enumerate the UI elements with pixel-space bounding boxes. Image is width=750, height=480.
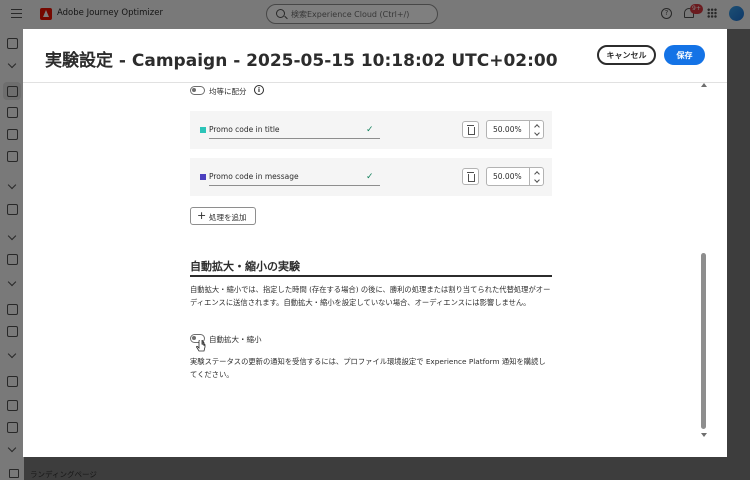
dialog-title: 実験設定 - Campaign - 2025-05-15 10:18:02 UT…: [45, 51, 558, 71]
treatment-color-swatch: [200, 127, 206, 133]
treatment-percent-value[interactable]: 50.00%: [493, 172, 522, 181]
scroll-up-icon[interactable]: [701, 83, 707, 87]
treatment-color-swatch: [200, 174, 206, 180]
treatment-row: Promo code in title ✓ 50.00%: [190, 111, 552, 149]
scroll-down-icon[interactable]: [701, 433, 707, 437]
distribute-evenly-label: 均等に配分: [209, 87, 247, 96]
header-divider: [23, 82, 727, 83]
checkmark-icon: ✓: [366, 172, 374, 182]
add-treatment-button[interactable]: + 処理を追加: [190, 207, 256, 225]
auto-scaling-label: 自動拡大・縮小: [209, 335, 262, 344]
treatment-name-input[interactable]: Promo code in message: [209, 172, 299, 181]
cancel-button[interactable]: キャンセル: [597, 45, 656, 65]
save-button[interactable]: 保存: [664, 45, 705, 65]
scrollbar[interactable]: [700, 83, 707, 439]
auto-scaling-description: 自動拡大・縮小では、指定した時間 (存在する場合) の後に、勝利の処理または割り…: [190, 285, 551, 307]
treatment-percent-value[interactable]: 50.00%: [493, 125, 522, 134]
notification-hint: 実験ステータスの更新の通知を受信するには、プロファイル環境設定で Experie…: [190, 357, 546, 379]
treatment-name-input[interactable]: Promo code in title: [209, 125, 280, 134]
stepper-arrows-icon[interactable]: [529, 168, 544, 185]
add-treatment-label: 処理を追加: [209, 213, 247, 222]
info-icon[interactable]: i: [254, 85, 264, 95]
treatment-percent-stepper[interactable]: 50.00%: [486, 120, 544, 139]
stepper-arrows-icon[interactable]: [529, 121, 544, 138]
distribute-evenly-toggle[interactable]: [190, 86, 205, 95]
experiment-settings-dialog: 実験設定 - Campaign - 2025-05-15 10:18:02 UT…: [23, 29, 727, 457]
checkmark-icon: ✓: [366, 125, 374, 135]
hand-cursor-icon: [196, 340, 206, 352]
auto-scaling-heading: 自動拡大・縮小の実験: [190, 260, 300, 273]
treatment-name-underline: [209, 138, 380, 139]
treatment-row: Promo code in message ✓ 50.00%: [190, 158, 552, 196]
treatment-name-underline: [209, 185, 380, 186]
scrollbar-thumb[interactable]: [701, 253, 706, 429]
delete-treatment-button[interactable]: [462, 121, 479, 138]
treatment-percent-stepper[interactable]: 50.00%: [486, 167, 544, 186]
section-divider: [190, 275, 552, 277]
delete-treatment-button[interactable]: [462, 168, 479, 185]
plus-icon: +: [197, 209, 207, 222]
